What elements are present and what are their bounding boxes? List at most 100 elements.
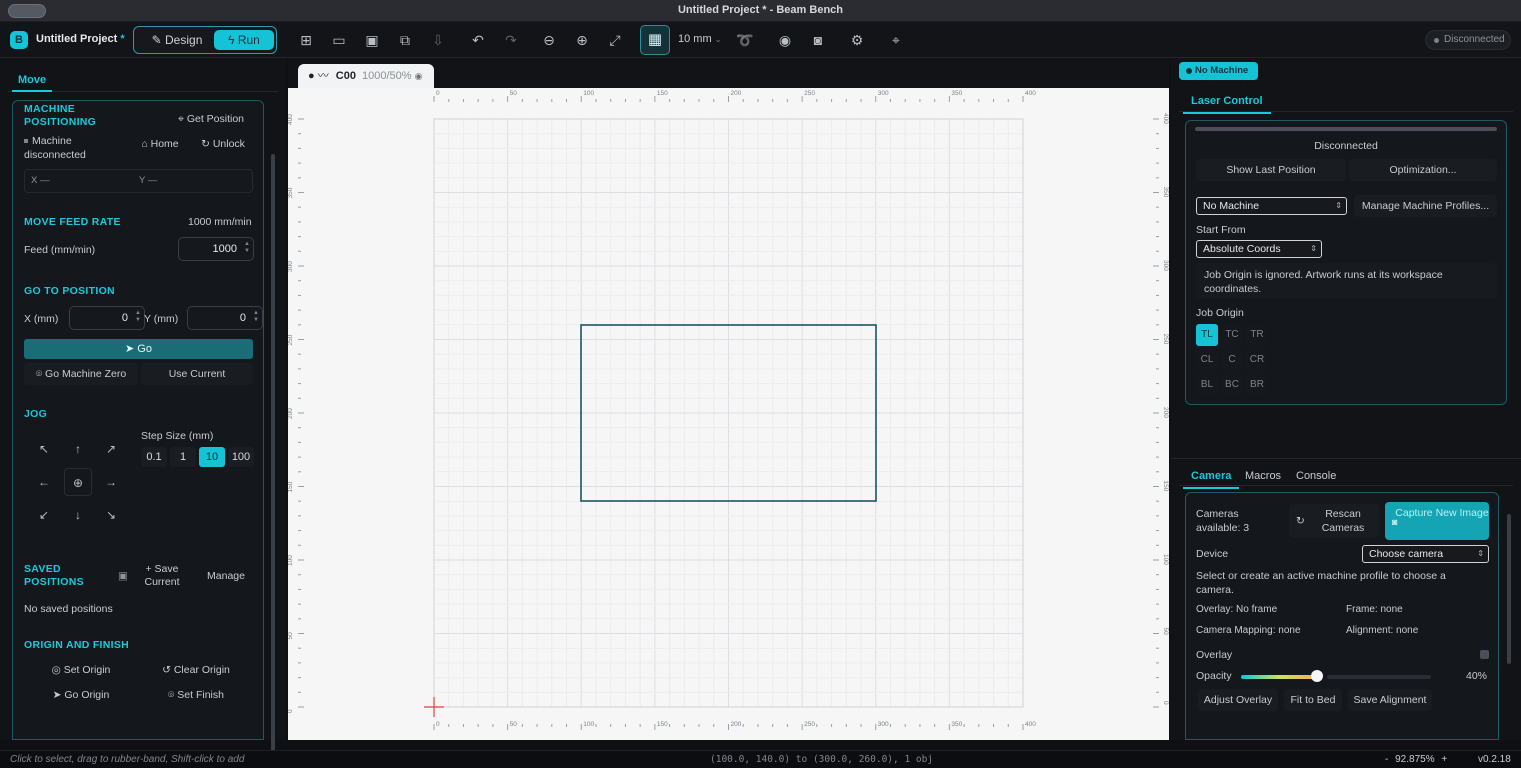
machine-badge[interactable]: No Machine — [1179, 62, 1258, 80]
home-button[interactable]: ⌂ Home — [134, 133, 186, 155]
preview-eye-icon[interactable]: ◉ — [776, 31, 794, 49]
layer-dot-icon: ● — [308, 70, 315, 82]
layer-tab-c00[interactable]: ● 〰 C00 1000/50% ◉ — [298, 64, 434, 88]
run-mode-button[interactable]: ϟ Run — [214, 30, 274, 50]
get-position-button[interactable]: ⌖ Get Position — [168, 108, 254, 130]
stepper-icon[interactable]: ▲ ▼ — [244, 241, 250, 255]
design-canvas[interactable]: 0 50 100 150 200 250 300 350 400 0 50 100 150 200 250… — [287, 88, 1169, 740]
jog-down-icon[interactable]: ↓ — [64, 501, 92, 529]
settings-gear-icon[interactable]: ⚙ — [848, 31, 866, 49]
jog-left-icon[interactable]: ← — [30, 468, 58, 496]
tab-camera[interactable]: Camera — [1183, 465, 1240, 489]
step-0-1-button[interactable]: 0.1 — [141, 447, 167, 467]
jog-home-crosshair-icon[interactable]: ⊕ — [64, 468, 92, 496]
layer-visibility-eye-icon[interactable]: ◉ — [415, 71, 423, 81]
save-icon[interactable]: ▣ — [363, 31, 381, 49]
step-10-button[interactable]: 10 — [199, 447, 225, 467]
jog-down-right-icon[interactable]: ↘ — [97, 501, 125, 529]
redo-icon[interactable]: ↷ — [502, 31, 520, 49]
origin-cr-button[interactable]: CR — [1246, 349, 1268, 371]
undo-icon[interactable]: ↶ — [469, 31, 487, 49]
stepper-icon[interactable]: ▲ ▼ — [253, 310, 259, 324]
go-to-position-heading: GO TO POSITION — [24, 285, 115, 297]
fit-view-icon[interactable]: ⤢ — [606, 31, 624, 49]
grid-icon[interactable]: ▦ — [640, 25, 670, 55]
new-file-icon[interactable]: ⊞ — [297, 31, 315, 49]
jog-up-right-icon[interactable]: ↗ — [97, 435, 125, 463]
fit-to-bed-button[interactable]: Fit to Bed — [1284, 689, 1342, 711]
step-1-button[interactable]: 1 — [170, 447, 196, 467]
overlay-checkbox[interactable] — [1480, 650, 1489, 659]
zoom-plus-button[interactable]: + — [1441, 754, 1447, 765]
show-last-position-button[interactable]: Show Last Position — [1196, 159, 1346, 181]
optimization-button[interactable]: Optimization... — [1349, 159, 1497, 181]
goto-y-input[interactable]: 0 ▲ ▼ — [187, 306, 263, 330]
adjust-overlay-button[interactable]: Adjust Overlay — [1198, 689, 1278, 711]
opacity-slider-track[interactable] — [1327, 675, 1431, 679]
tab-move[interactable]: Move — [12, 70, 53, 92]
manage-machine-profiles-button[interactable]: Manage Machine Profiles... — [1354, 195, 1497, 217]
save-as-icon[interactable]: ⧉ — [396, 31, 414, 49]
opacity-slider-handle[interactable] — [1311, 670, 1323, 682]
zoom-minus-button[interactable]: - — [1385, 754, 1388, 765]
save-alignment-button[interactable]: Save Alignment — [1348, 689, 1432, 711]
right-scrollbar[interactable] — [1507, 514, 1511, 664]
save-current-button[interactable]: + Save Current — [136, 561, 188, 591]
feed-rate-display: 1000 mm/min — [188, 216, 252, 228]
import-icon[interactable]: ⇩ — [429, 31, 447, 49]
jog-right-icon[interactable]: → — [97, 468, 125, 496]
origin-bc-button[interactable]: BC — [1221, 374, 1243, 396]
zoom-in-icon[interactable]: ⊕ — [573, 31, 591, 49]
unlock-button[interactable]: ↻ Unlock — [194, 133, 252, 155]
zoom-out-icon[interactable]: ⊖ — [540, 31, 558, 49]
set-origin-button[interactable]: ◎ Set Origin — [34, 659, 128, 681]
tab-macros[interactable]: Macros — [1237, 465, 1289, 487]
x-readout-value: — — [39, 175, 50, 186]
go-button[interactable]: ➤ Go — [24, 339, 253, 359]
set-finish-button[interactable]: ⌾ Set Finish — [148, 684, 244, 706]
use-current-button[interactable]: Use Current — [141, 363, 253, 385]
design-mode-button[interactable]: ✎ Design — [140, 31, 214, 49]
origin-bl-button[interactable]: BL — [1196, 374, 1218, 396]
origin-c-button[interactable]: C — [1221, 349, 1243, 371]
machine-select[interactable]: No Machine ⇕ — [1196, 197, 1347, 215]
ruler-label: 200 — [288, 408, 294, 419]
clear-origin-button[interactable]: ↺ Clear Origin — [148, 659, 244, 681]
project-name[interactable]: Untitled Project * — [36, 33, 125, 45]
jog-up-left-icon[interactable]: ↖ — [30, 435, 58, 463]
origin-br-button[interactable]: BR — [1246, 374, 1268, 396]
ruler-label: 50 — [1162, 628, 1169, 636]
stepper-icon[interactable]: ▲ ▼ — [135, 310, 141, 324]
tab-console[interactable]: Console — [1288, 465, 1344, 487]
step-100-button[interactable]: 100 — [228, 447, 254, 467]
start-from-select[interactable]: Absolute Coords ⇕ — [1196, 240, 1322, 258]
origin-tc-button[interactable]: TC — [1221, 324, 1243, 346]
jog-up-icon[interactable]: ↑ — [64, 435, 92, 463]
clear-icon: ↺ — [162, 664, 171, 676]
start-from-value: Absolute Coords — [1203, 243, 1281, 255]
rescan-cameras-button[interactable]: ↻ Rescan Cameras — [1289, 504, 1379, 538]
job-origin-note: Job Origin is ignored. Artwork runs at i… — [1196, 263, 1497, 299]
go-origin-button[interactable]: ➤ Go Origin — [34, 684, 128, 706]
tab-laser-control[interactable]: Laser Control — [1183, 90, 1271, 114]
trace-icon[interactable]: ➰ — [736, 31, 754, 49]
goto-x-input[interactable]: 0 ▲ ▼ — [69, 306, 145, 330]
left-scrollbar[interactable] — [271, 154, 275, 768]
feed-input[interactable]: 1000 ▲ ▼ — [178, 237, 254, 261]
refresh-icon: ↻ — [1296, 515, 1305, 527]
location-pin-icon[interactable]: ⌖ — [887, 31, 905, 49]
open-folder-icon[interactable]: ▭ — [330, 31, 348, 49]
ruler-label: 300 — [288, 261, 294, 272]
origin-tl-button[interactable]: TL — [1196, 324, 1218, 346]
origin-tr-button[interactable]: TR — [1246, 324, 1268, 346]
jog-down-left-icon[interactable]: ↙ — [30, 501, 58, 529]
position-readout: X — Y — — [24, 169, 253, 193]
camera-device-select[interactable]: Choose camera ⇕ — [1362, 545, 1489, 563]
grid-size-select[interactable]: 10 mm ⌄ — [678, 33, 721, 45]
origin-cl-button[interactable]: CL — [1196, 349, 1218, 371]
capture-new-image-button[interactable]: ◙ Capture New Image — [1385, 502, 1489, 540]
go-machine-zero-button[interactable]: ⌾ Go Machine Zero — [24, 363, 138, 385]
manage-positions-button[interactable]: Manage — [200, 565, 252, 587]
pin-icon: ⌾ — [168, 689, 175, 701]
camera-icon[interactable]: ◙ — [809, 31, 827, 49]
